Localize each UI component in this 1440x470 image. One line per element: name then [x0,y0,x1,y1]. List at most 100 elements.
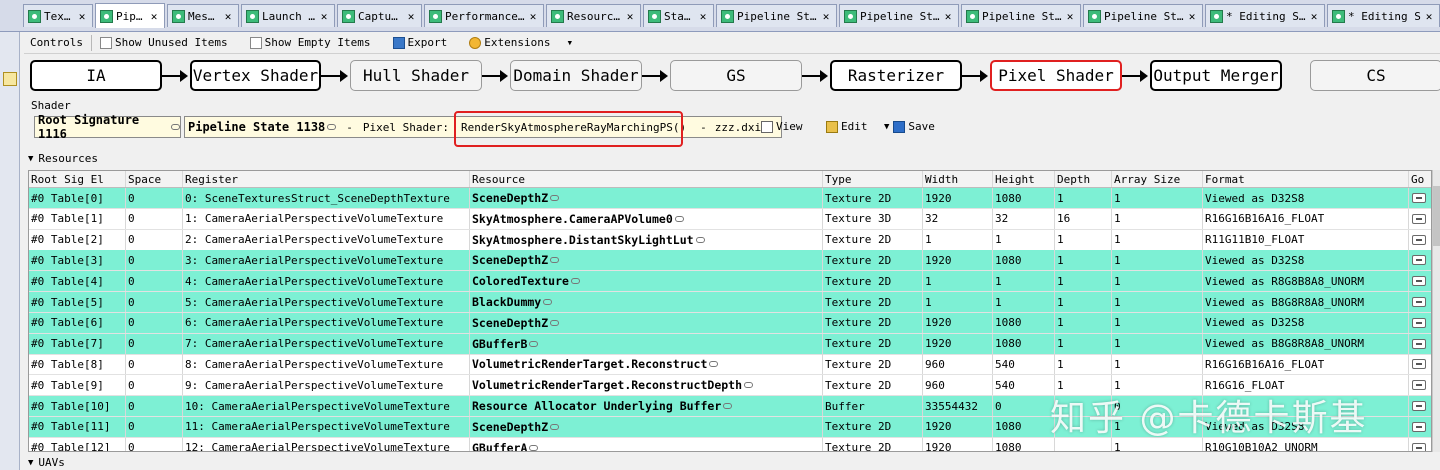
cell-text[interactable]: SceneDepthZ [472,420,548,434]
go-arrow-icon[interactable] [1412,359,1426,370]
column-header[interactable]: Resource [470,171,823,187]
column-header[interactable]: Register [183,171,470,187]
cell-text[interactable]: SkyAtmosphere.DistantSkyLightLut [472,233,694,247]
table-row[interactable]: #0 Table[6] 0 6: CameraAerialPerspectiveVo… [29,312,1431,334]
chevron-down-icon[interactable]: ▾ [567,36,574,49]
close-icon[interactable]: ✕ [1186,10,1198,23]
save-button[interactable]: ▼ Save [884,120,935,133]
column-header[interactable]: Width [923,171,993,187]
link-icon[interactable] [550,257,560,264]
export-button[interactable]: Export [387,33,454,53]
link-icon[interactable] [550,195,560,201]
cell-text[interactable]: SkyAtmosphere.CameraAPVolume0 [472,212,673,226]
close-icon[interactable]: ✕ [1064,10,1076,23]
tab-item[interactable]: * Editing S… ✕ [1327,4,1440,27]
table-row[interactable]: #0 Table[0] 0 0: SceneTexturesStruct_Scene… [29,188,1431,209]
tab-item[interactable]: Performance… ✕ [424,4,544,27]
link-icon[interactable] [543,299,553,305]
link-icon[interactable] [171,124,180,130]
go-arrow-icon[interactable] [1412,213,1426,224]
table-row[interactable]: #0 Table[9] 0 9: CameraAerialPerspectiveVo… [29,375,1431,397]
resources-section-header[interactable]: ▼ Resources [24,150,1440,167]
close-icon[interactable]: ✕ [405,10,417,23]
tab-item[interactable]: * Editing S… ✕ [1205,4,1325,27]
column-header[interactable]: Go [1409,171,1431,187]
link-icon[interactable] [570,278,580,285]
go-arrow-icon[interactable] [1412,421,1426,432]
go-arrow-icon[interactable] [1412,401,1426,411]
cell-text[interactable]: BlackDummy [472,295,541,309]
close-icon[interactable]: ✕ [1308,10,1320,23]
link-icon[interactable] [550,319,560,326]
cell-text[interactable]: VolumetricRenderTarget.Reconstruct [472,357,707,371]
close-icon[interactable]: ✕ [76,10,88,23]
pipeline-stage-ia[interactable]: IA [30,60,162,91]
go-arrow-icon[interactable] [1412,276,1426,287]
pipeline-stage-vertex-shader[interactable]: Vertex Shader [190,60,321,91]
column-header[interactable]: Space [126,171,183,187]
link-icon[interactable] [529,340,539,347]
go-arrow-icon[interactable] [1412,297,1426,307]
go-arrow-icon[interactable] [1412,193,1426,203]
cell-text[interactable]: VolumetricRenderTarget.ReconstructDepth [472,378,742,392]
collapse-triangle-icon[interactable]: ▼ [28,458,33,468]
cell-text[interactable]: SceneDepthZ [472,191,548,205]
go-arrow-icon[interactable] [1412,338,1426,349]
table-row[interactable]: #0 Table[4] 0 4: CameraAerialPerspectiveVo… [29,271,1431,293]
column-header[interactable]: Depth [1055,171,1112,187]
close-icon[interactable]: ✕ [222,10,234,23]
go-arrow-icon[interactable] [1412,317,1426,328]
resources-scrollbar[interactable] [1432,170,1440,452]
show-empty-items-button[interactable]: Show Empty Items [244,33,377,53]
tab-item[interactable]: Pipeline St… ✕ [961,4,1081,27]
cell-text[interactable]: ColoredTexture [472,274,569,288]
extensions-button[interactable]: Extensions ▾ [463,33,579,53]
tab-item[interactable]: Sta… ✕ [643,4,714,27]
column-header[interactable]: Height [993,171,1055,187]
close-icon[interactable]: ✕ [697,10,709,23]
view-button[interactable]: View [761,120,803,133]
pipeline-stage-gs[interactable]: GS [670,60,802,91]
tab-item[interactable]: Pipeline St… ✕ [716,4,837,27]
pipeline-stage-domain-shader[interactable]: Domain Shader [510,60,642,91]
tab-item[interactable]: Launch … ✕ [241,4,335,27]
cell-text[interactable]: SceneDepthZ [472,316,548,330]
table-row[interactable]: #0 Table[11] 0 11: CameraAerialPerspective… [29,416,1431,438]
chevron-down-icon[interactable]: ▼ [884,122,889,132]
tab-item[interactable]: Pipeline St… ✕ [1083,4,1203,27]
edit-button[interactable]: Edit [826,120,868,133]
close-icon[interactable]: ✕ [1423,10,1435,23]
table-row[interactable]: #0 Table[12] 0 12: CameraAerialPerspective… [29,437,1431,451]
table-row[interactable]: #0 Table[7] 0 7: CameraAerialPerspectiveVo… [29,333,1431,355]
tab-item[interactable]: Mes… ✕ [167,4,239,27]
root-signature-field[interactable]: Root Signature 1116 [34,113,181,141]
scrollbar-thumb[interactable] [1433,186,1440,246]
cell-text[interactable]: GBufferA [472,441,527,451]
link-icon[interactable] [327,124,337,130]
column-header[interactable]: Array Size [1112,171,1203,187]
go-arrow-icon[interactable] [1412,234,1426,245]
collapse-triangle-icon[interactable]: ▼ [28,154,33,164]
tab-item[interactable]: Pip… ✕ [95,3,165,28]
cell-text[interactable]: SceneDepthZ [472,253,548,267]
pipeline-stage-cs[interactable]: CS [1310,60,1440,91]
go-arrow-icon[interactable] [1412,380,1426,391]
go-arrow-icon[interactable] [1412,255,1426,266]
table-row[interactable]: #0 Table[3] 0 3: CameraAerialPerspectiveVo… [29,250,1431,272]
close-icon[interactable]: ✕ [148,10,160,23]
link-icon[interactable] [695,236,705,243]
tab-item[interactable]: Tex… ✕ [23,4,93,27]
show-unused-items-button[interactable]: Show Unused Items [94,33,234,53]
close-icon[interactable]: ✕ [942,10,954,23]
table-row[interactable]: #0 Table[8] 0 8: CameraAerialPerspectiveVo… [29,354,1431,376]
pipeline-stage-pixel-shader[interactable]: Pixel Shader [990,60,1122,91]
link-icon[interactable] [550,423,560,430]
uavs-section-header[interactable]: ▼ UAVs [24,455,1440,470]
link-icon[interactable] [529,444,539,451]
close-icon[interactable]: ✕ [624,10,636,23]
cell-text[interactable]: GBufferB [472,337,527,351]
pencil-icon[interactable] [3,72,17,86]
close-icon[interactable]: ✕ [527,10,539,23]
pipeline-stage-hull-shader[interactable]: Hull Shader [350,60,482,91]
table-row[interactable]: #0 Table[10] 0 10: CameraAerialPerspective… [29,396,1431,417]
